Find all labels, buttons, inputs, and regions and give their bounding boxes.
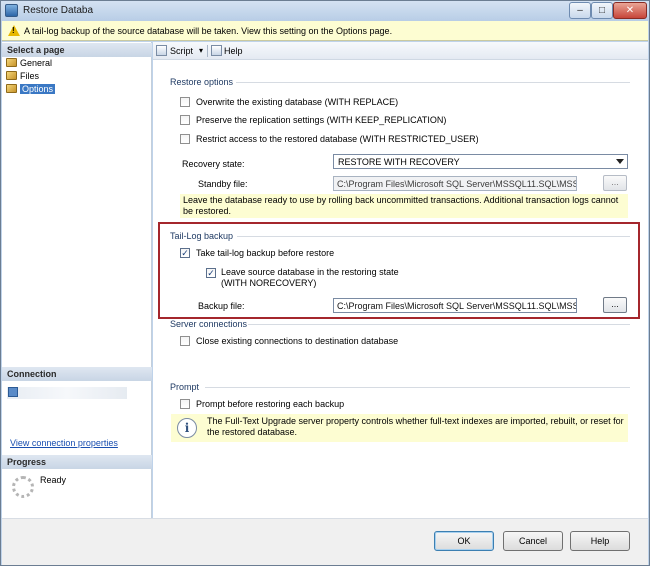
divider bbox=[205, 387, 630, 388]
restrict-access-checkbox[interactable] bbox=[180, 134, 190, 144]
preserve-replication-label: Preserve the replication settings (WITH … bbox=[196, 115, 447, 125]
select-page-header: Select a page bbox=[2, 43, 152, 57]
page-item-label: Files bbox=[20, 71, 40, 81]
standby-browse-button[interactable]: ... bbox=[603, 175, 627, 191]
toolbar-separator bbox=[207, 45, 208, 57]
server-icon bbox=[8, 387, 18, 397]
database-icon bbox=[5, 4, 18, 17]
prompt-each-backup-label: Prompt before restoring each backup bbox=[196, 399, 345, 409]
page-item-label: General bbox=[20, 58, 53, 68]
restore-options-header: Restore options bbox=[170, 77, 234, 87]
server-connections-header: Server connections bbox=[170, 319, 248, 329]
standby-file-label: Standby file: bbox=[198, 179, 248, 189]
divider bbox=[248, 324, 630, 325]
chevron-down-icon[interactable] bbox=[616, 159, 624, 164]
maximize-button[interactable]: □ bbox=[591, 2, 613, 19]
backup-browse-button[interactable]: ... bbox=[603, 297, 627, 313]
toolbar: Script ▾ Help bbox=[153, 42, 648, 60]
overwrite-checkbox[interactable] bbox=[180, 97, 190, 107]
page-icon bbox=[6, 58, 17, 67]
standby-file-field[interactable]: C:\Program Files\Microsoft SQL Server\MS… bbox=[333, 176, 577, 191]
close-connections-checkbox[interactable] bbox=[180, 336, 190, 346]
connection-header: Connection bbox=[2, 367, 152, 381]
page-icon bbox=[6, 84, 17, 93]
full-text-info-text: The Full-Text Upgrade server property co… bbox=[207, 416, 624, 437]
prompt-each-backup-checkbox[interactable] bbox=[180, 399, 190, 409]
connection-info-redacted bbox=[7, 387, 127, 399]
close-connections-label: Close existing connections to destinatio… bbox=[196, 336, 399, 346]
backup-file-label: Backup file: bbox=[198, 301, 245, 311]
left-pane: Select a page General Files Options Conn… bbox=[2, 42, 152, 518]
leave-restoring-label: Leave source database in the restoring s… bbox=[221, 267, 399, 277]
page-item-label: Options bbox=[20, 84, 56, 94]
help-button[interactable]: Help bbox=[570, 531, 630, 551]
cancel-button[interactable]: Cancel bbox=[503, 531, 563, 551]
help-icon[interactable] bbox=[211, 45, 222, 56]
page-item-options[interactable]: Options bbox=[6, 83, 56, 96]
backup-file-field[interactable]: C:\Program Files\Microsoft SQL Server\MS… bbox=[333, 298, 577, 313]
divider bbox=[237, 236, 630, 237]
tail-log-backup-header: Tail-Log backup bbox=[170, 231, 234, 241]
info-bar: ! A tail-log backup of the source databa… bbox=[2, 21, 648, 41]
recovery-note: Leave the database ready to use by rolli… bbox=[180, 194, 628, 218]
progress-header: Progress bbox=[2, 455, 152, 469]
ok-button[interactable]: OK bbox=[434, 531, 494, 551]
take-tail-log-checkbox[interactable]: ✓ bbox=[180, 248, 190, 258]
dialog-button-bar: OK Cancel Help bbox=[2, 518, 648, 565]
script-icon[interactable] bbox=[156, 45, 167, 56]
leave-restoring-sublabel: (WITH NORECOVERY) bbox=[221, 278, 317, 288]
page-icon bbox=[6, 71, 17, 80]
info-bar-text: A tail-log backup of the source database… bbox=[24, 26, 393, 36]
recovery-state-value: RESTORE WITH RECOVERY bbox=[338, 157, 460, 167]
overwrite-label: Overwrite the existing database (WITH RE… bbox=[196, 97, 399, 107]
view-connection-properties-link[interactable]: View connection properties bbox=[10, 438, 118, 448]
progress-spinner-icon bbox=[12, 476, 34, 498]
leave-restoring-checkbox[interactable]: ✓ bbox=[206, 268, 216, 278]
recovery-state-select[interactable]: RESTORE WITH RECOVERY bbox=[333, 154, 628, 169]
page-item-files[interactable]: Files bbox=[6, 70, 39, 83]
options-page: Script ▾ Help Restore options Overwrite … bbox=[153, 42, 648, 518]
minimize-button[interactable]: – bbox=[569, 2, 591, 19]
progress-status: Ready bbox=[40, 475, 67, 485]
close-button[interactable]: ✕ bbox=[613, 2, 647, 19]
divider bbox=[236, 82, 630, 83]
warning-icon-mark: ! bbox=[12, 26, 15, 35]
take-tail-log-label: Take tail-log backup before restore bbox=[196, 248, 335, 258]
page-item-general[interactable]: General bbox=[6, 57, 52, 70]
preserve-replication-checkbox[interactable] bbox=[180, 115, 190, 125]
window-title: Restore Databa bbox=[23, 5, 94, 16]
chevron-down-icon[interactable]: ▾ bbox=[199, 46, 203, 55]
recovery-state-label: Recovery state: bbox=[182, 159, 245, 169]
restore-database-window: Restore Databa – □ ✕ ! A tail-log backup… bbox=[0, 0, 650, 566]
script-button[interactable]: Script bbox=[170, 46, 193, 56]
information-icon: i bbox=[177, 418, 197, 438]
title-bar[interactable]: Restore Databa – □ ✕ bbox=[1, 1, 649, 21]
prompt-header: Prompt bbox=[170, 382, 200, 392]
restrict-access-label: Restrict access to the restored database… bbox=[196, 134, 479, 144]
help-toolbar-button[interactable]: Help bbox=[224, 46, 243, 56]
